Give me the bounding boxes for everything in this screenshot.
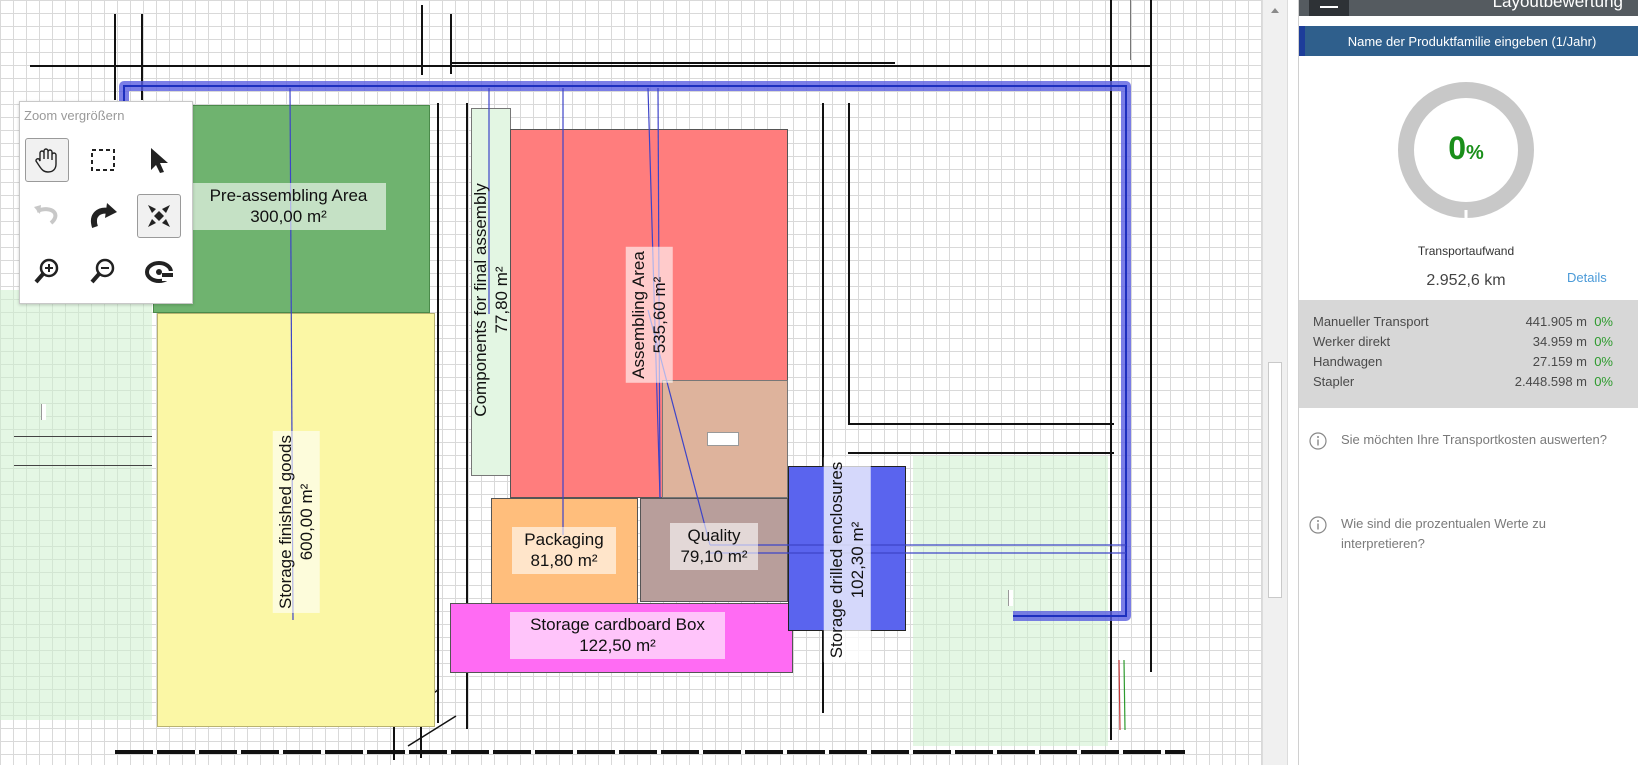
- pointer-arrow-icon[interactable]: [137, 138, 181, 182]
- gauge-number: 0: [1448, 130, 1466, 166]
- scroll-up-icon[interactable]: [1263, 0, 1287, 20]
- label-storage-drilled-enclosures: Storage drilled enclosures 102,30 m²: [823, 457, 871, 663]
- product-family-input-header[interactable]: Name der Produktfamilie eingeben (1/Jahr…: [1299, 26, 1638, 56]
- transport-stats: Manueller Transport 441.905 m 0% Werker …: [1299, 300, 1638, 408]
- label-storage-finished-goods: Storage finished goods 600,00 m²: [272, 431, 320, 613]
- zoom-out-icon[interactable]: [81, 250, 125, 294]
- rotate-view-icon[interactable]: [137, 250, 181, 294]
- stat-value: 441.905 m: [1525, 314, 1587, 329]
- stat-percent: 0%: [1594, 314, 1613, 329]
- info-transport-costs[interactable]: Sie möchten Ihre Transportkosten auswert…: [1309, 430, 1619, 474]
- stat-percent: 0%: [1594, 374, 1613, 389]
- stat-row: Stapler 2.448.598 m 0%: [1313, 374, 1613, 394]
- transport-label: Transportaufwand: [1417, 244, 1515, 258]
- pan-hand-icon[interactable]: [25, 138, 69, 182]
- info-percentages[interactable]: Wie sind die prozentualen Werte zu inter…: [1309, 514, 1619, 558]
- area-size: 79,10 m²: [680, 547, 748, 567]
- gauge-unit: %: [1466, 142, 1484, 164]
- area-name: Assembling Area: [628, 251, 648, 379]
- zoom-toolbox: Zoom vergrößern: [19, 101, 193, 304]
- stat-name: Werker direkt: [1313, 334, 1391, 349]
- stat-row: Werker direkt 34.959 m 0%: [1313, 334, 1613, 354]
- stat-row: Handwagen 27.159 m 0%: [1313, 354, 1613, 374]
- label-packaging: Packaging 81,80 m²: [512, 527, 616, 574]
- info-icon: [1309, 432, 1327, 450]
- undo-icon[interactable]: [25, 194, 69, 238]
- area-size: 122,50 m²: [579, 636, 656, 656]
- info-text: Sie möchten Ihre Transportkosten auswert…: [1341, 432, 1607, 447]
- area-size: 535,60 m²: [650, 276, 669, 354]
- hamburger-menu-icon[interactable]: [1309, 0, 1349, 16]
- area-name: Pre-assembling Area: [209, 186, 368, 205]
- evaluation-panel: Layoutbewertung Name der Produktfamilie …: [1298, 0, 1638, 765]
- stat-name: Stapler: [1313, 374, 1355, 389]
- details-link[interactable]: Details: [1567, 270, 1607, 285]
- area-size: 77,80 m²: [492, 266, 511, 334]
- area-size: 300,00 m²: [250, 207, 327, 227]
- layout-canvas[interactable]: Pre-assembling Area 300,00 m² Storage fi…: [0, 0, 1262, 765]
- area-name: Components for final assembly: [470, 183, 490, 417]
- gauge-value: 0%: [1396, 130, 1536, 167]
- label-quality: Quality 79,10 m²: [670, 523, 758, 570]
- label-pre-assembling: Pre-assembling Area 300,00 m²: [191, 183, 386, 230]
- info-icon: [1309, 516, 1327, 534]
- area-name: Storage cardboard Box: [530, 615, 705, 634]
- stat-name: Handwagen: [1313, 354, 1383, 369]
- label-storage-cardboard-box: Storage cardboard Box 122,50 m²: [510, 612, 725, 659]
- area-size: 102,30 m²: [848, 521, 867, 599]
- zoom-in-icon[interactable]: [25, 250, 69, 294]
- area-name: Packaging: [524, 530, 604, 549]
- area-name: Quality: [687, 526, 741, 545]
- panel-topbar: Layoutbewertung: [1299, 0, 1638, 16]
- stat-value: 2.448.598 m: [1514, 374, 1587, 389]
- area-name: Storage drilled enclosures: [826, 461, 846, 659]
- info-text: Wie sind die prozentualen Werte zu inter…: [1341, 516, 1546, 551]
- toolbox-title: Zoom vergrößern: [24, 108, 125, 123]
- panel-title: Layoutbewertung: [1492, 0, 1623, 11]
- stat-row: Manueller Transport 441.905 m 0%: [1313, 314, 1613, 334]
- area-size: 600,00 m²: [297, 483, 316, 561]
- scrollbar-thumb[interactable]: [1268, 362, 1282, 598]
- label-components-final-assembly: Components for final assembly 77,80 m²: [468, 179, 515, 420]
- stat-percent: 0%: [1594, 334, 1613, 349]
- stat-value: 27.159 m: [1532, 354, 1587, 369]
- stat-percent: 0%: [1594, 354, 1613, 369]
- select-rectangle-icon[interactable]: [81, 138, 125, 182]
- area-size: 81,80 m²: [530, 551, 598, 571]
- stat-name: Manueller Transport: [1313, 314, 1429, 329]
- area-name: Storage finished goods: [275, 435, 295, 609]
- vertical-scrollbar[interactable]: [1262, 0, 1288, 765]
- redo-icon[interactable]: [81, 194, 125, 238]
- label-assembling: Assembling Area 535,60 m²: [625, 247, 673, 383]
- fit-to-screen-icon[interactable]: [137, 194, 181, 238]
- stat-value: 34.959 m: [1532, 334, 1587, 349]
